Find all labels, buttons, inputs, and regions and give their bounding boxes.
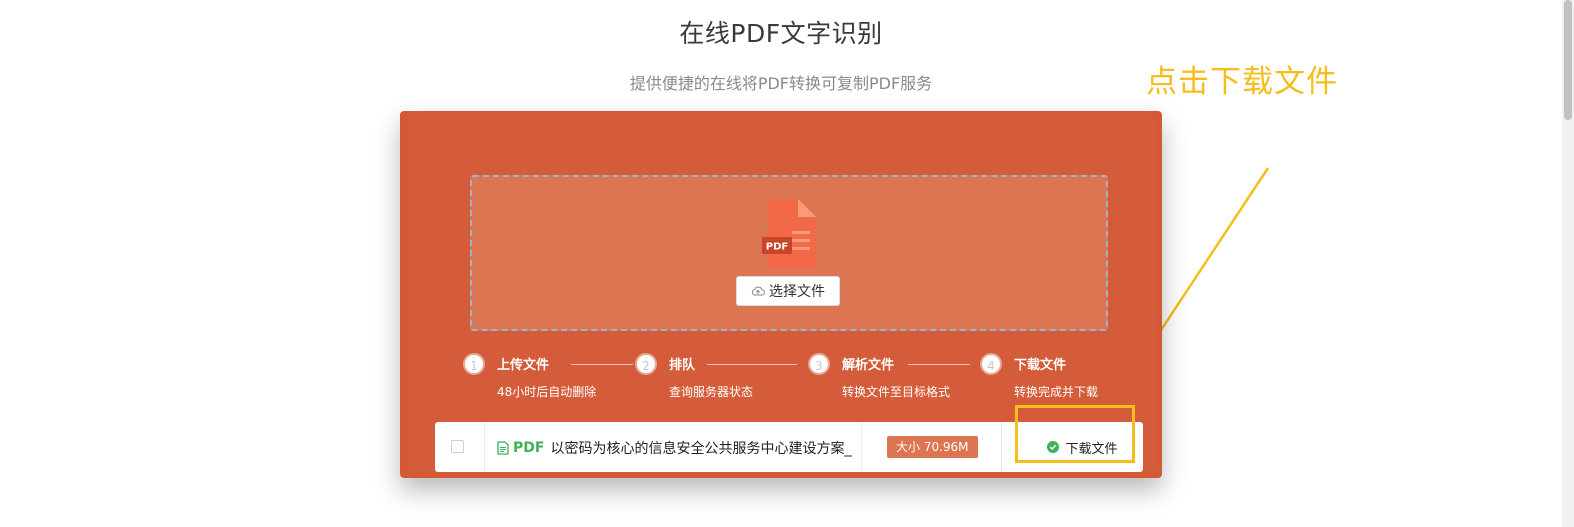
step-number: 4: [980, 353, 1002, 375]
file-type-tag: PDF: [513, 440, 545, 456]
step-connector: [571, 364, 633, 365]
annotation-text: 点击下载文件: [1146, 64, 1338, 100]
check-circle-icon: [1047, 441, 1060, 453]
step-queue: 2 排队 查询服务器状态: [635, 353, 807, 403]
file-dropzone[interactable]: PDF 选择文件: [470, 175, 1108, 331]
step-connector: [908, 364, 970, 365]
step-download: 4 下载文件 转换完成并下载: [980, 353, 1140, 403]
step-number: 2: [635, 353, 657, 375]
step-connector: [707, 364, 797, 365]
scrollbar-thumb[interactable]: [1564, 0, 1572, 120]
file-row: PDF 以密码为核心的信息安全公共服务中心建设方案_ 大小 70.96M 下载文…: [435, 422, 1143, 472]
step-upload: 1 上传文件 48小时后自动删除: [463, 353, 635, 403]
download-file-button[interactable]: 下载文件: [1024, 422, 1141, 472]
page-scrollbar[interactable]: [1562, 0, 1574, 527]
download-file-label: 下载文件: [1065, 441, 1118, 457]
select-file-label: 选择文件: [769, 284, 825, 300]
document-icon: [497, 441, 509, 455]
file-size-badge: 大小 70.96M: [887, 436, 978, 458]
step-number: 3: [808, 353, 830, 375]
cell-divider: [484, 422, 485, 472]
step-title: 排队: [669, 358, 696, 373]
step-number: 1: [463, 353, 485, 375]
converter-panel: PDF 选择文件 1 上传文件 48小时后自动删除 2 排队 查询服务器状态 3: [400, 111, 1162, 478]
pdf-icon-label: PDF: [766, 242, 788, 253]
cell-divider: [1001, 422, 1002, 472]
cell-divider: [861, 422, 862, 472]
step-title: 上传文件: [497, 358, 550, 373]
step-description: 查询服务器状态: [669, 385, 754, 399]
step-description: 转换文件至目标格式: [842, 385, 951, 399]
step-title: 下载文件: [1014, 358, 1067, 373]
file-name-cell: PDF 以密码为核心的信息安全公共服务中心建设方案_: [497, 438, 857, 458]
pdf-file-icon: PDF: [762, 199, 816, 269]
page-title: 在线PDF文字识别: [679, 19, 883, 48]
step-description: 48小时后自动删除: [497, 385, 597, 399]
converter-panel-inner: PDF 选择文件 1 上传文件 48小时后自动删除 2 排队 查询服务器状态 3: [407, 118, 1155, 472]
step-description: 转换完成并下载: [1014, 385, 1099, 399]
file-name: 以密码为核心的信息安全公共服务中心建设方案_: [550, 441, 852, 457]
select-file-button[interactable]: 选择文件: [736, 276, 840, 306]
step-parse: 3 解析文件 转换文件至目标格式: [808, 353, 980, 403]
step-title: 解析文件: [842, 358, 895, 373]
file-select-checkbox[interactable]: [451, 440, 464, 453]
cloud-upload-icon: [751, 286, 765, 296]
